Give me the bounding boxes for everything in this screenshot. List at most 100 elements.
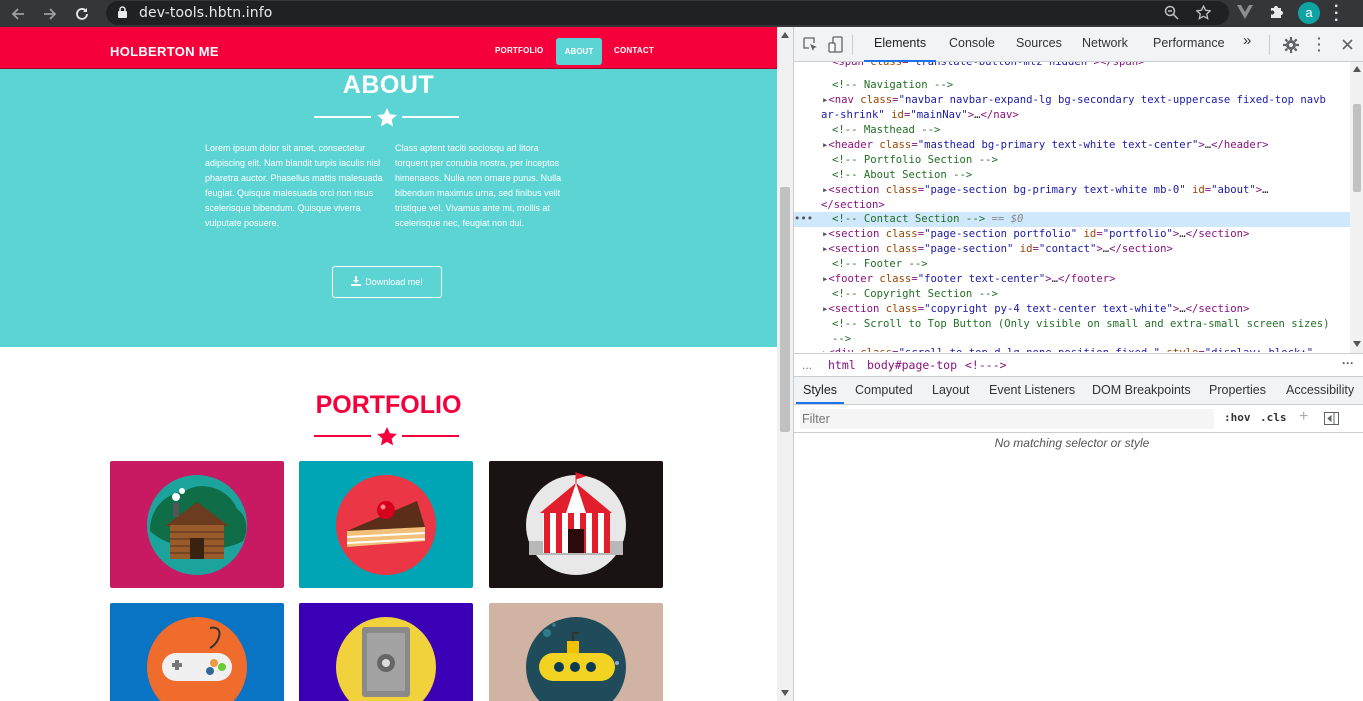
- dom-comment[interactable]: <!-- Footer -->: [794, 257, 1350, 272]
- new-style-rule-icon[interactable]: +: [1299, 408, 1308, 426]
- lock-icon: [117, 6, 128, 24]
- tab-separator: [1269, 35, 1270, 55]
- submarine-icon: [526, 617, 626, 701]
- inspect-element-icon[interactable]: [803, 37, 819, 53]
- page-scrollbar[interactable]: [777, 27, 793, 701]
- about-text-right: Class aptent taciti sociosqu ad litora t…: [395, 143, 562, 228]
- cabin-icon: [147, 475, 247, 575]
- dom-scroll-thumb[interactable]: [1353, 104, 1361, 192]
- profile-avatar[interactable]: a: [1298, 2, 1320, 24]
- nav-contact-link[interactable]: CONTACT: [614, 46, 654, 55]
- portfolio-tile-cake[interactable]: [299, 461, 473, 588]
- tab-console[interactable]: Console: [949, 36, 995, 50]
- dom-comment[interactable]: <!-- About Section -->: [794, 168, 1350, 183]
- bookmark-star-icon[interactable]: [1195, 4, 1212, 25]
- subtab-dom-breakpoints[interactable]: DOM Breakpoints: [1092, 383, 1191, 397]
- close-devtools-icon[interactable]: [1342, 39, 1353, 50]
- selected-marker: == $0: [991, 213, 1024, 225]
- dom-node-wrap: ar-shrink" id="mainNav">…</nav>: [821, 109, 1019, 121]
- safe-icon: [336, 617, 436, 701]
- dom-node[interactable]: ▸<header class="masthead bg-primary text…: [794, 138, 1350, 153]
- webpage-viewport: HOLBERTON ME PORTFOLIO ABOUT CONTACT ABO…: [0, 27, 777, 701]
- settings-gear-icon[interactable]: [1283, 37, 1299, 53]
- tab-sources[interactable]: Sources: [1016, 36, 1062, 50]
- dom-scrollbar[interactable]: [1350, 62, 1363, 379]
- subtab-computed[interactable]: Computed: [855, 383, 913, 397]
- subtab-event-listeners[interactable]: Event Listeners: [989, 383, 1075, 397]
- nav-about-link[interactable]: ABOUT: [556, 38, 602, 65]
- dom-node[interactable]: ▸<section class="copyright py-4 text-cen…: [794, 302, 1350, 317]
- cls-toggle[interactable]: .cls: [1260, 411, 1287, 424]
- nav-portfolio-link[interactable]: PORTFOLIO: [495, 46, 543, 55]
- tab-separator: [852, 35, 853, 55]
- forward-icon[interactable]: [41, 5, 59, 23]
- dom-node[interactable]: ▸<footer class="footer text-center">…</f…: [794, 272, 1350, 287]
- portfolio-tile-cabin[interactable]: [110, 461, 284, 588]
- subtab-accessibility[interactable]: Accessibility: [1286, 383, 1354, 397]
- zoom-icon[interactable]: [1164, 5, 1179, 25]
- tab-performance[interactable]: Performance: [1153, 36, 1225, 50]
- breadcrumb-more-icon[interactable]: ···: [1342, 356, 1354, 370]
- dom-comment-wrap: -->: [832, 333, 852, 345]
- portfolio-tile-circus[interactable]: [489, 461, 663, 588]
- address-bar[interactable]: dev-tools.hbtn.info: [106, 1, 1229, 25]
- portfolio-tile-safe[interactable]: [299, 603, 473, 701]
- about-section: ABOUT Lorem ipsum dolor sit amet, consec…: [0, 69, 777, 347]
- dom-selected-comment[interactable]: ••• <!-- Contact Section --> == $0: [794, 212, 1350, 227]
- site-brand[interactable]: HOLBERTON ME: [110, 44, 219, 59]
- chrome-menu-icon[interactable]: · · ·: [1334, 0, 1344, 29]
- breadcrumb-comment[interactable]: <!--->: [965, 358, 1007, 372]
- dom-node[interactable]: ▸<section class="page-section portfolio"…: [794, 227, 1350, 242]
- page-scroll-thumb[interactable]: [780, 187, 790, 432]
- dom-node[interactable]: <span class="translate-button-mtz hidden…: [794, 62, 1350, 70]
- url-text[interactable]: dev-tools.hbtn.info: [139, 5, 272, 21]
- vuejs-extension-icon[interactable]: [1236, 4, 1254, 25]
- scroll-up-icon[interactable]: [781, 32, 789, 38]
- about-title: ABOUT: [342, 71, 435, 99]
- download-button[interactable]: Download me!: [332, 266, 442, 298]
- scroll-down-icon[interactable]: [781, 690, 789, 696]
- dom-comment[interactable]: <!-- Scroll to Top Button (Only visible …: [794, 317, 1350, 332]
- dom-node-wrap: </section>: [821, 199, 885, 211]
- styles-filter-input[interactable]: [800, 409, 1214, 429]
- portfolio-divider-left: [314, 435, 371, 437]
- circus-tent-icon: [526, 472, 626, 575]
- tab-elements[interactable]: Elements: [874, 36, 926, 50]
- devtools-menu-icon[interactable]: · · ·: [1317, 31, 1323, 57]
- subtab-layout[interactable]: Layout: [932, 383, 970, 397]
- subtab-styles[interactable]: Styles: [803, 383, 837, 397]
- portfolio-divider-right: [402, 435, 459, 437]
- dom-node[interactable]: ▸<nav class="navbar navbar-expand-lg bg-…: [794, 93, 1350, 108]
- reload-icon[interactable]: [73, 5, 91, 23]
- styles-tabbar: Styles Computed Layout Event Listeners D…: [794, 377, 1363, 405]
- dom-comment[interactable]: <!-- Portfolio Section -->: [794, 153, 1350, 168]
- tab-network[interactable]: Network: [1082, 36, 1128, 50]
- breadcrumb-html[interactable]: html: [828, 358, 856, 372]
- toggle-sidebar-icon[interactable]: [1324, 412, 1339, 425]
- extensions-puzzle-icon[interactable]: [1268, 4, 1284, 25]
- breadcrumb-overflow[interactable]: ...: [802, 358, 812, 372]
- dom-comment[interactable]: <!-- Copyright Section -->: [794, 287, 1350, 302]
- more-tabs-icon[interactable]: »: [1243, 32, 1251, 49]
- breadcrumb-body[interactable]: body#page-top: [867, 358, 957, 372]
- no-matching-message: No matching selector or style: [994, 436, 1150, 450]
- portfolio-tile-game[interactable]: [110, 603, 284, 701]
- dom-node[interactable]: ▸<section class="page-section" id="conta…: [794, 242, 1350, 257]
- dom-scroll-down-icon[interactable]: [1353, 341, 1361, 347]
- back-icon[interactable]: [9, 5, 27, 23]
- device-toolbar-icon[interactable]: [828, 36, 844, 54]
- dom-scroll-up-icon[interactable]: [1353, 66, 1361, 72]
- portfolio-tile-submarine[interactable]: [489, 603, 663, 701]
- hov-toggle[interactable]: :hov: [1224, 411, 1251, 424]
- dom-node-partial[interactable]: ▸<div class="scroll-to-top d-lg-none pos…: [794, 346, 1350, 352]
- browser-toolbar: dev-tools.hbtn.info a · · ·: [0, 0, 1363, 29]
- styles-filter-bar: :hov .cls +: [794, 405, 1363, 433]
- dom-comment[interactable]: <!-- Navigation -->: [794, 78, 1350, 93]
- site-navbar: HOLBERTON ME PORTFOLIO ABOUT CONTACT: [0, 33, 777, 69]
- dom-comment[interactable]: <!-- Masthead -->: [794, 123, 1350, 138]
- subtab-properties[interactable]: Properties: [1209, 383, 1266, 397]
- devtools-panel: Elements Console Sources Network Perform…: [793, 27, 1363, 701]
- dom-node[interactable]: ▸<section class="page-section bg-primary…: [794, 183, 1350, 198]
- devtools-tabbar: Elements Console Sources Network Perform…: [794, 27, 1363, 62]
- game-controller-icon: [147, 617, 247, 701]
